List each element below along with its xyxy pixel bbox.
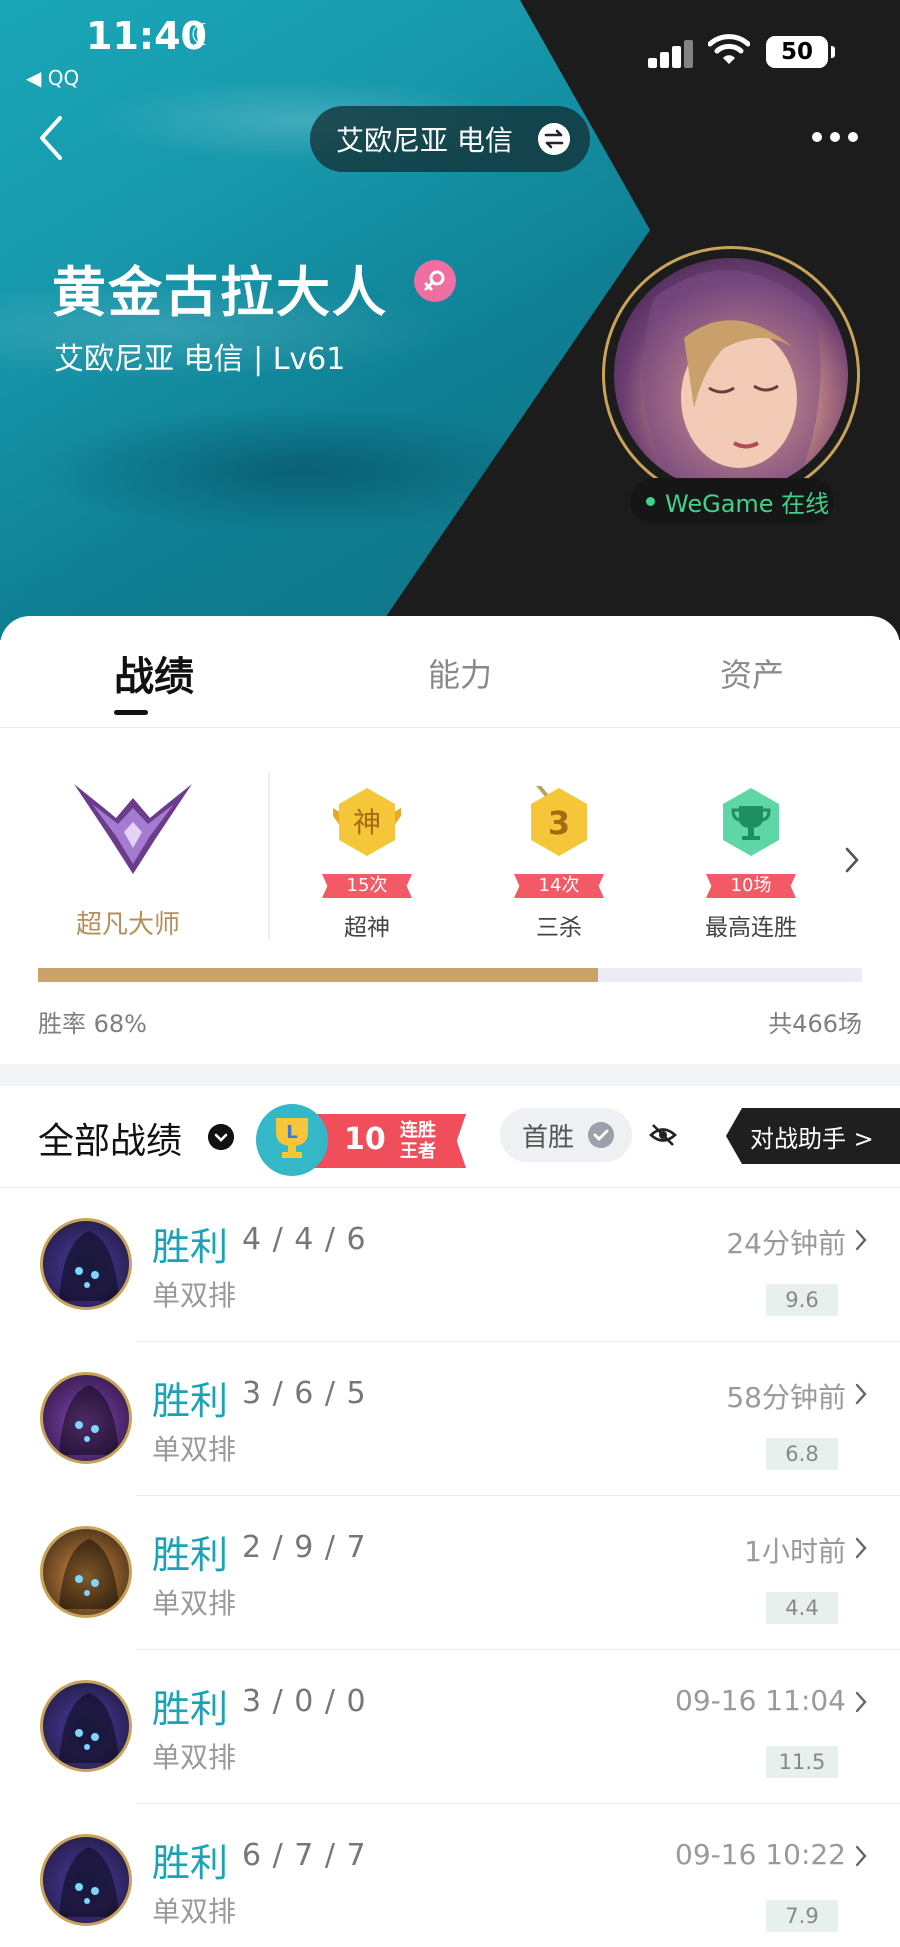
chevron-right-icon bbox=[855, 1845, 867, 1867]
triple-kill-badge-icon: 3 bbox=[531, 786, 587, 856]
champion-avatar bbox=[40, 1218, 132, 1310]
section-divider bbox=[0, 1064, 900, 1086]
total-games-label: 共466场 bbox=[768, 1010, 862, 1038]
match-score: 4.4 bbox=[766, 1592, 838, 1624]
achievement-label: 三杀 bbox=[536, 915, 582, 941]
server-switch-button[interactable]: 艾欧尼亚 电信 bbox=[310, 106, 590, 172]
match-row[interactable]: 胜利 6 / 7 / 7 单双排 09-16 10:22 7.9 bbox=[0, 1804, 900, 1947]
achievement-label: 最高连胜 bbox=[705, 915, 797, 941]
svg-text:L: L bbox=[286, 1122, 297, 1143]
match-kda: 6 / 7 / 7 bbox=[242, 1838, 367, 1873]
match-time: 1小时前 bbox=[744, 1535, 846, 1568]
svg-text:神: 神 bbox=[353, 806, 381, 839]
check-icon bbox=[588, 1122, 614, 1148]
match-time: 09-16 10:22 bbox=[675, 1838, 846, 1871]
achievement-label: 超神 bbox=[344, 915, 390, 941]
moon-icon: ☾ bbox=[190, 18, 217, 53]
back-to-qq-link[interactable]: ◀ QQ bbox=[26, 66, 79, 90]
legendary-badge-icon: 神 bbox=[333, 788, 401, 856]
chevron-right-icon bbox=[855, 1229, 867, 1251]
match-result: 胜利 bbox=[152, 1533, 229, 1577]
online-status-text: WeGame 在线 bbox=[665, 489, 830, 518]
female-gender-icon bbox=[414, 260, 456, 302]
match-row[interactable]: 胜利 3 / 0 / 0 单双排 09-16 11:04 11.5 bbox=[0, 1650, 900, 1804]
server-label: 艾欧尼亚 电信 bbox=[336, 124, 513, 157]
online-dot-icon bbox=[646, 496, 655, 506]
online-status-badge: WeGame 在线 bbox=[630, 478, 834, 524]
match-row[interactable]: 胜利 3 / 6 / 5 单双排 58分钟前 6.8 bbox=[0, 1342, 900, 1496]
back-arrow-icon[interactable] bbox=[32, 112, 72, 164]
first-win-label: 首胜 bbox=[522, 1122, 575, 1153]
match-result: 胜利 bbox=[152, 1841, 229, 1885]
champion-avatar bbox=[40, 1526, 132, 1618]
match-kda: 3 / 0 / 0 bbox=[242, 1684, 367, 1719]
match-kda: 4 / 4 / 6 bbox=[242, 1222, 367, 1257]
first-win-toggle[interactable]: 首胜 bbox=[500, 1108, 632, 1162]
master-rank-emblem-icon[interactable] bbox=[70, 778, 196, 878]
swap-icon bbox=[538, 123, 570, 155]
achievement-count: 10场 bbox=[706, 874, 796, 898]
match-score: 7.9 bbox=[766, 1900, 838, 1932]
chevron-down-icon[interactable] bbox=[208, 1124, 234, 1150]
player-server-level: 艾欧尼亚 电信 | Lv61 bbox=[54, 342, 346, 377]
signal-icon bbox=[648, 38, 694, 68]
match-queue-type: 单双排 bbox=[152, 1587, 237, 1620]
match-result: 胜利 bbox=[152, 1225, 229, 1269]
wifi-icon bbox=[708, 34, 750, 64]
rank-label: 超凡大师 bbox=[76, 910, 181, 940]
match-kda: 2 / 9 / 7 bbox=[242, 1530, 367, 1565]
streak-band: 10 连胜 王者 bbox=[312, 1114, 466, 1168]
win-rate-fill bbox=[38, 968, 599, 982]
chevron-right-icon bbox=[855, 1537, 867, 1559]
battle-assistant-button[interactable]: 对战助手 > bbox=[726, 1108, 900, 1164]
streak-count: 10 bbox=[344, 1122, 386, 1157]
records-filter-label[interactable]: 全部战绩 bbox=[38, 1112, 182, 1164]
match-queue-type: 单双排 bbox=[152, 1433, 237, 1466]
match-row[interactable]: 胜利 2 / 9 / 7 单双排 1小时前 4.4 bbox=[0, 1496, 900, 1650]
battery-indicator: 50 bbox=[766, 36, 835, 68]
tab-records[interactable]: 战绩 bbox=[114, 644, 194, 702]
match-row[interactable]: 胜利 4 / 4 / 6 单双排 24分钟前 9.6 bbox=[0, 1188, 900, 1342]
win-rate-label: 胜率 68% bbox=[38, 1010, 147, 1038]
achievement-count: 15次 bbox=[322, 874, 412, 898]
match-score: 9.6 bbox=[766, 1284, 838, 1316]
match-time: 24分钟前 bbox=[726, 1227, 846, 1260]
match-kda: 3 / 6 / 5 bbox=[242, 1376, 367, 1411]
avatar[interactable] bbox=[614, 258, 848, 492]
match-queue-type: 单双排 bbox=[152, 1741, 237, 1774]
trophy-icon: L bbox=[276, 1118, 308, 1158]
match-queue-type: 单双排 bbox=[152, 1279, 237, 1312]
match-time: 09-16 11:04 bbox=[675, 1684, 846, 1717]
more-options-icon[interactable] bbox=[812, 130, 858, 146]
match-result: 胜利 bbox=[152, 1687, 229, 1731]
status-bar: 11:40 ☾ ◀ QQ 50 bbox=[0, 0, 900, 90]
champion-avatar bbox=[40, 1680, 132, 1772]
tab-ability[interactable]: 能力 bbox=[428, 650, 492, 696]
clock: 11:40 bbox=[86, 14, 207, 58]
records-header: 全部战绩 10 连胜 王者 L 首胜 对战助手 > bbox=[0, 1086, 900, 1188]
active-tab-indicator bbox=[114, 710, 148, 715]
win-streak-king-badge[interactable]: 10 连胜 王者 L bbox=[256, 1104, 466, 1176]
svg-text:3: 3 bbox=[548, 804, 570, 842]
match-score: 6.8 bbox=[766, 1438, 838, 1470]
match-queue-type: 单双排 bbox=[152, 1895, 237, 1928]
champion-avatar bbox=[40, 1372, 132, 1464]
divider bbox=[268, 772, 270, 940]
chevron-right-icon bbox=[855, 1383, 867, 1405]
player-name: 黄金古拉大人 bbox=[52, 261, 388, 324]
hide-eye-icon[interactable] bbox=[648, 1120, 678, 1150]
tab-assets[interactable]: 资产 bbox=[720, 650, 784, 696]
match-score: 11.5 bbox=[766, 1746, 838, 1778]
match-time: 58分钟前 bbox=[726, 1381, 846, 1414]
stats-panel: 超凡大师 神 15次 超神 3 14次 三杀 10场 最高连胜 胜率 68% 共… bbox=[0, 728, 900, 1064]
chevron-right-icon[interactable] bbox=[844, 846, 860, 874]
streak-title: 连胜 王者 bbox=[400, 1120, 436, 1162]
trophy-icon bbox=[723, 788, 779, 856]
champion-avatar bbox=[40, 1834, 132, 1926]
tab-bar: 战绩 能力 资产 bbox=[0, 616, 900, 728]
achievement-count: 14次 bbox=[514, 874, 604, 898]
chevron-right-icon bbox=[855, 1691, 867, 1713]
match-result: 胜利 bbox=[152, 1379, 229, 1423]
